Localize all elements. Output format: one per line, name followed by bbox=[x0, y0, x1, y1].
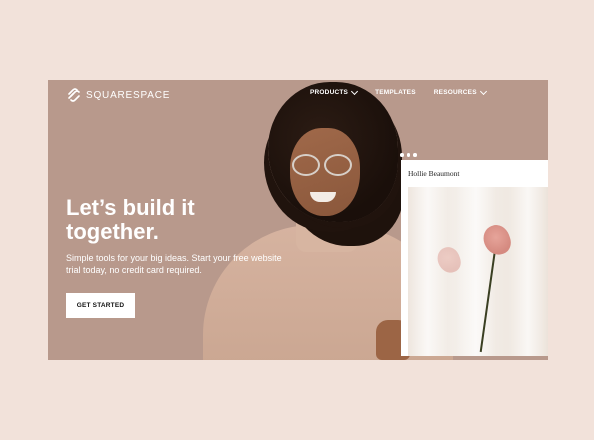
curtain-drape bbox=[508, 187, 548, 356]
nav-item-resources[interactable]: RESOURCES bbox=[433, 87, 487, 96]
nav-item-label: TEMPLATES bbox=[375, 89, 416, 96]
get-started-button[interactable]: GET STARTED bbox=[66, 293, 135, 318]
hero-section: SQUARESPACE PRODUCTS TEMPLATES RESOURCES… bbox=[48, 80, 548, 360]
three-dots-icon bbox=[400, 153, 417, 157]
chevron-down-icon bbox=[479, 87, 487, 95]
hero-subtext: Simple tools for your big ideas. Start y… bbox=[66, 253, 282, 275]
squarespace-logo-icon bbox=[68, 88, 80, 102]
nav-item-products[interactable]: PRODUCTS bbox=[310, 87, 359, 96]
chevron-down-icon bbox=[351, 87, 359, 95]
brand-logo[interactable]: SQUARESPACE bbox=[66, 87, 170, 103]
top-nav: PRODUCTS TEMPLATES RESOURCES bbox=[310, 87, 487, 96]
brand-name: SQUARESPACE bbox=[86, 89, 171, 101]
template-title: Hollie Beaumont bbox=[408, 169, 460, 178]
nav-item-templates[interactable]: TEMPLATES bbox=[375, 89, 416, 96]
template-preview-card[interactable]: Hollie Beaumont bbox=[401, 160, 548, 356]
curtain-drape bbox=[408, 187, 448, 356]
glasses-shape bbox=[288, 154, 358, 176]
nav-item-label: PRODUCTS bbox=[310, 89, 349, 96]
flower-photo bbox=[408, 187, 548, 356]
nav-item-label: RESOURCES bbox=[433, 89, 477, 96]
hero-headline: Let’s build it together. bbox=[66, 195, 195, 244]
